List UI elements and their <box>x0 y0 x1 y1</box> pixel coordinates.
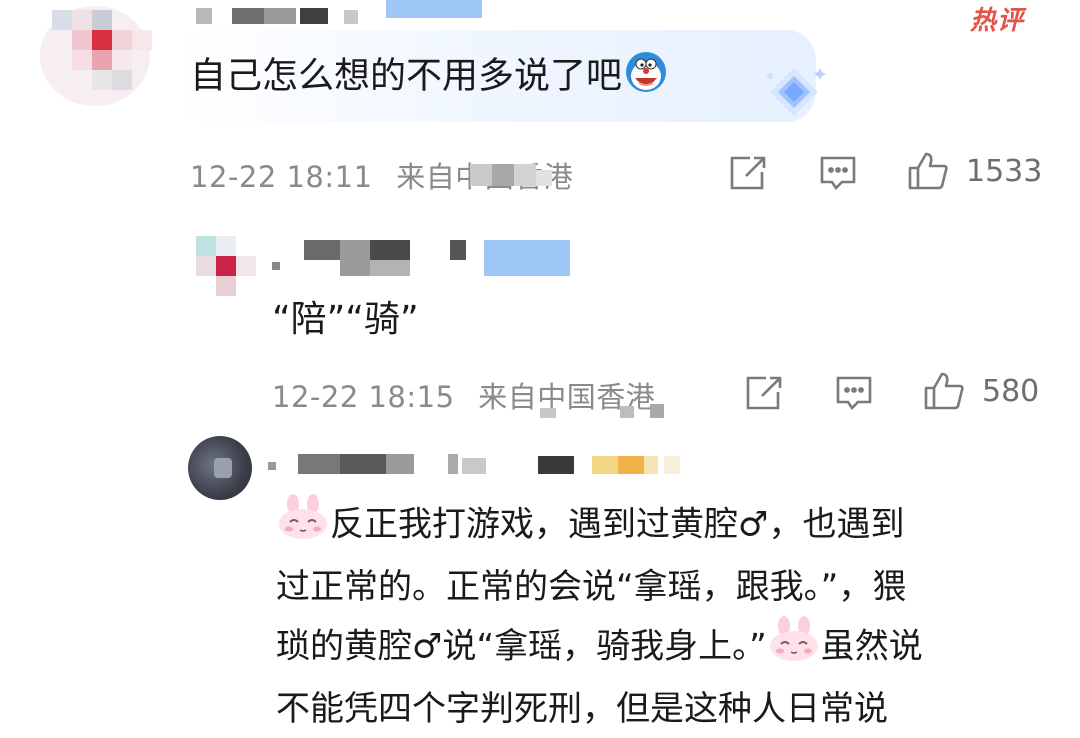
timestamp: 12-22 18:15 <box>272 380 455 414</box>
diamond-badge-icon <box>760 62 830 126</box>
share-icon[interactable] <box>728 154 768 196</box>
doraemon-emoji-icon <box>622 50 670 105</box>
like-count: 1533 <box>966 154 1043 189</box>
comment-text: “陪”“骑” <box>272 299 419 340</box>
thumbs-up-icon[interactable] <box>922 370 966 416</box>
like-count: 580 <box>982 374 1040 409</box>
hot-comment-badge: 热评 <box>970 6 1025 36</box>
share-icon[interactable] <box>744 374 784 416</box>
bunny-emoji-icon <box>276 494 330 558</box>
comment-text: 自己怎么想的不用多说了吧 <box>190 50 670 105</box>
comment-icon[interactable] <box>834 374 874 416</box>
timestamp: 12-22 18:11 <box>190 160 373 194</box>
comment-icon[interactable] <box>818 154 858 196</box>
thumbs-up-icon[interactable] <box>906 150 950 196</box>
bunny-emoji-icon <box>767 616 821 680</box>
comment-meta: 12-22 18:15 来自中国香港 <box>272 374 655 416</box>
comment-text: 反正我打游戏，遇到过黄腔♂，也遇到 过正常的。正常的会说“拿瑶，跟我。”，猥 琐… <box>276 494 1066 738</box>
